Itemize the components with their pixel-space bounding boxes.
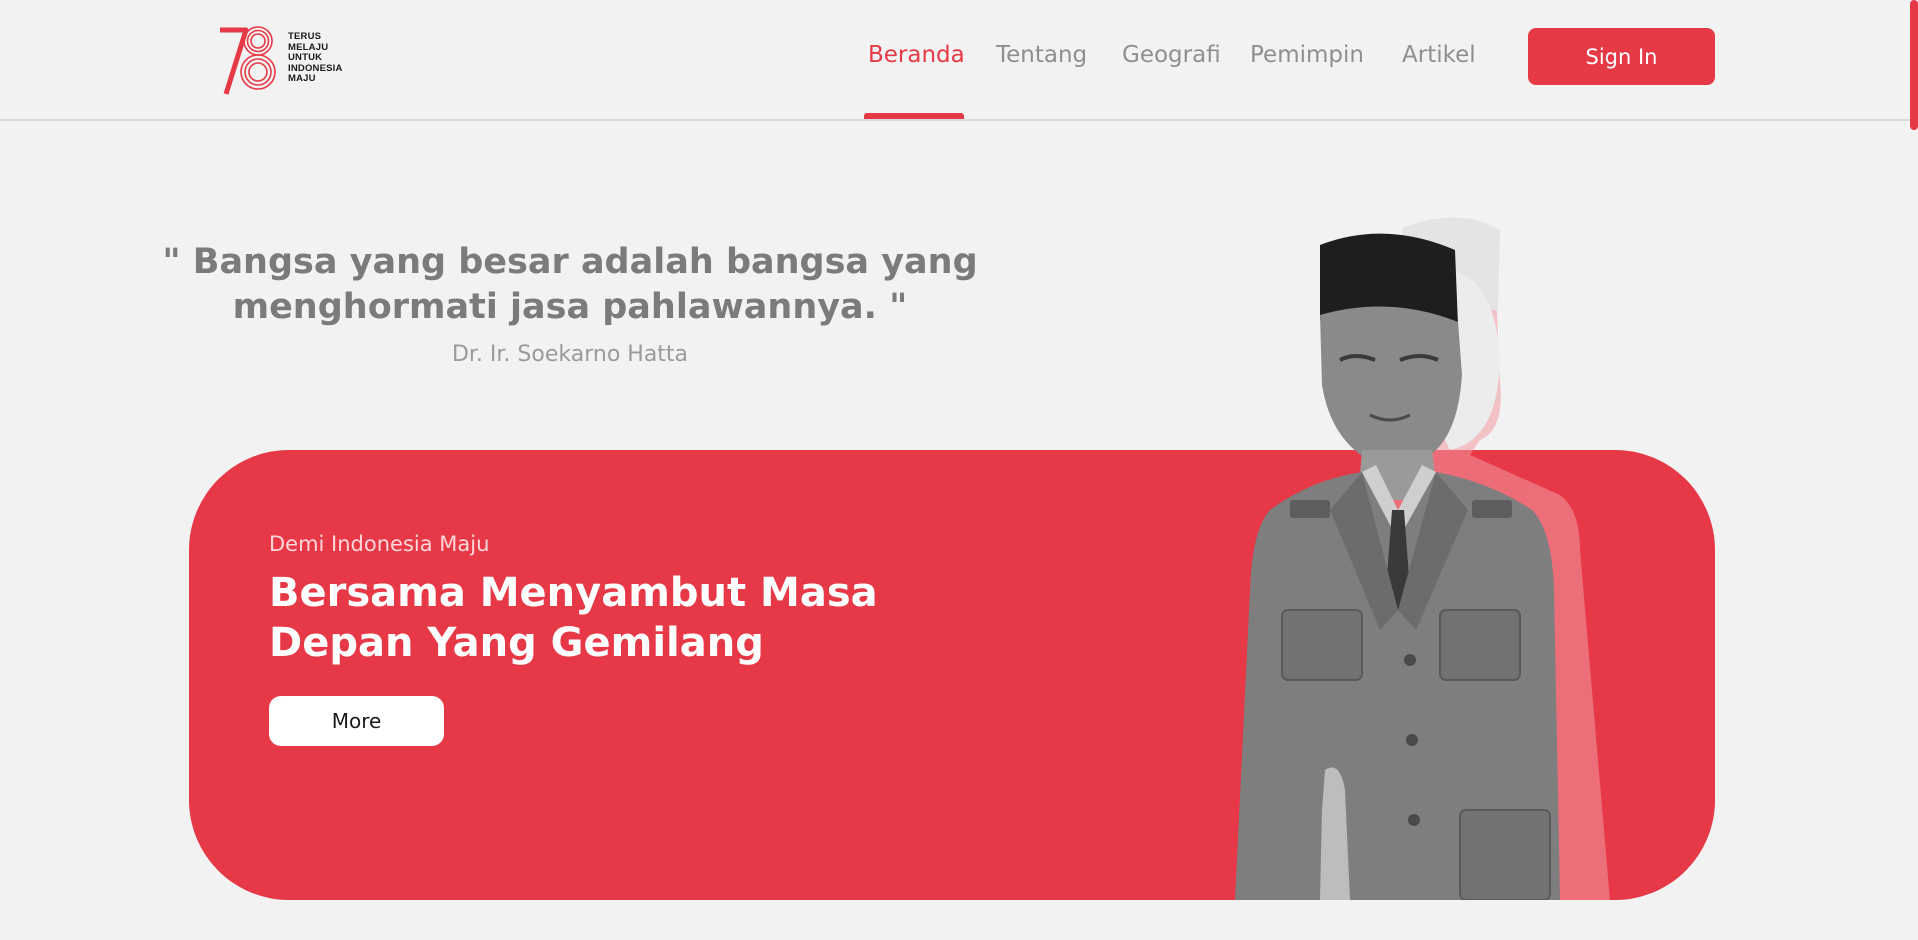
leader-portrait-image [1235,217,1610,900]
nav-item-pemimpin[interactable]: Pemimpin [1250,42,1364,68]
nav-item-artikel[interactable]: Artikel [1402,42,1476,68]
hero-kicker: Demi Indonesia Maju [269,532,490,556]
hero-title: Bersama Menyambut Masa Depan Yang Gemila… [269,570,878,666]
more-button[interactable]: More [269,696,444,746]
nav-item-geografi[interactable]: Geografi [1122,42,1221,68]
sign-in-button[interactable]: Sign In [1528,28,1715,85]
quote-line-2: menghormati jasa pahlawannya. " [232,287,908,327]
hero-quote: " Bangsa yang besar adalah bangsa yang m… [150,240,990,330]
active-nav-indicator [864,113,964,119]
quote-line-1: " Bangsa yang besar adalah bangsa yang [162,242,978,282]
quote-author: Dr. Ir. Soekarno Hatta [451,342,689,367]
site-header: TERUS MELAJU UNTUK INDONESIA MAJU Berand… [0,0,1918,121]
nav-item-tentang[interactable]: Tentang [996,42,1087,68]
nav-item-beranda[interactable]: Beranda [868,42,965,68]
scrollbar-thumb[interactable] [1910,0,1918,130]
